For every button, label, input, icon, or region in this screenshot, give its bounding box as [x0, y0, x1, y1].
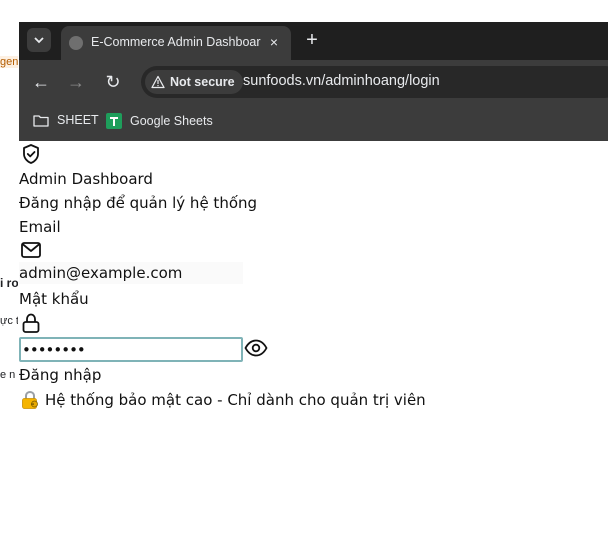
forward-button[interactable]: →: [64, 70, 88, 94]
tab-active[interactable]: E-Commerce Admin Dashboard ×: [61, 26, 291, 60]
shield-check-icon: [23, 144, 39, 164]
email-label: Email: [19, 218, 61, 236]
lock-icon: [22, 313, 40, 333]
eye-icon[interactable]: [244, 338, 268, 358]
page-subtitle: Đăng nhập để quản lý hệ thống: [19, 194, 258, 212]
new-tab-button[interactable]: +: [302, 30, 322, 50]
bookmark-sheet[interactable]: SHEET: [33, 113, 99, 127]
folder-icon: [33, 114, 49, 127]
back-button[interactable]: ←: [29, 70, 53, 94]
browser-window: E-Commerce Admin Dashboard × + ← → ↻ Not…: [19, 22, 608, 555]
security-chip[interactable]: Not secure: [145, 70, 243, 94]
address-bar[interactable]: Not secure sunfoods.vn/adminhoang/login: [141, 66, 608, 98]
bookmarks-bar: SHEET Google Sheets: [19, 104, 608, 141]
bookmark-label: Google Sheets: [130, 114, 213, 128]
browser-toolbar: ← → ↻ Not secure sunfoods.vn/adminhoang/…: [19, 60, 608, 104]
tab-strip: E-Commerce Admin Dashboard × +: [19, 22, 608, 60]
background-window-top: [0, 0, 608, 22]
tab-search-button[interactable]: [27, 28, 51, 52]
password-label: Mật khẩu: [19, 290, 89, 308]
reload-button[interactable]: ↻: [101, 70, 125, 94]
tab-close-icon[interactable]: ×: [265, 33, 283, 51]
email-field[interactable]: [19, 262, 243, 284]
background-fragment: gent: [0, 56, 18, 68]
security-label: Not secure: [170, 75, 235, 89]
password-field[interactable]: [19, 337, 243, 362]
url-text: sunfoods.vn/adminhoang/login: [243, 73, 440, 89]
mail-icon: [21, 242, 41, 258]
background-fragment: i ro: [0, 276, 18, 290]
background-fragment: ực tỉ: [0, 315, 18, 327]
google-sheets-icon: [106, 113, 122, 129]
locked-with-key-icon: [22, 390, 38, 409]
page-title: Admin Dashboard: [19, 170, 153, 188]
warning-icon: [151, 75, 165, 89]
login-page: Admin Dashboard Đăng nhập để quản lý hệ …: [19, 141, 608, 555]
chevron-down-icon: [34, 37, 44, 44]
background-fragment: e n: [0, 369, 16, 381]
security-note: Hệ thống bảo mật cao - Chỉ dành cho quản…: [45, 391, 426, 409]
bookmark-google-sheets[interactable]: Google Sheets: [106, 113, 213, 129]
login-button[interactable]: Đăng nhập: [19, 366, 101, 384]
globe-icon: [69, 36, 83, 50]
bookmark-label: SHEET: [57, 113, 99, 127]
tab-title: E-Commerce Admin Dashboard: [91, 35, 261, 49]
